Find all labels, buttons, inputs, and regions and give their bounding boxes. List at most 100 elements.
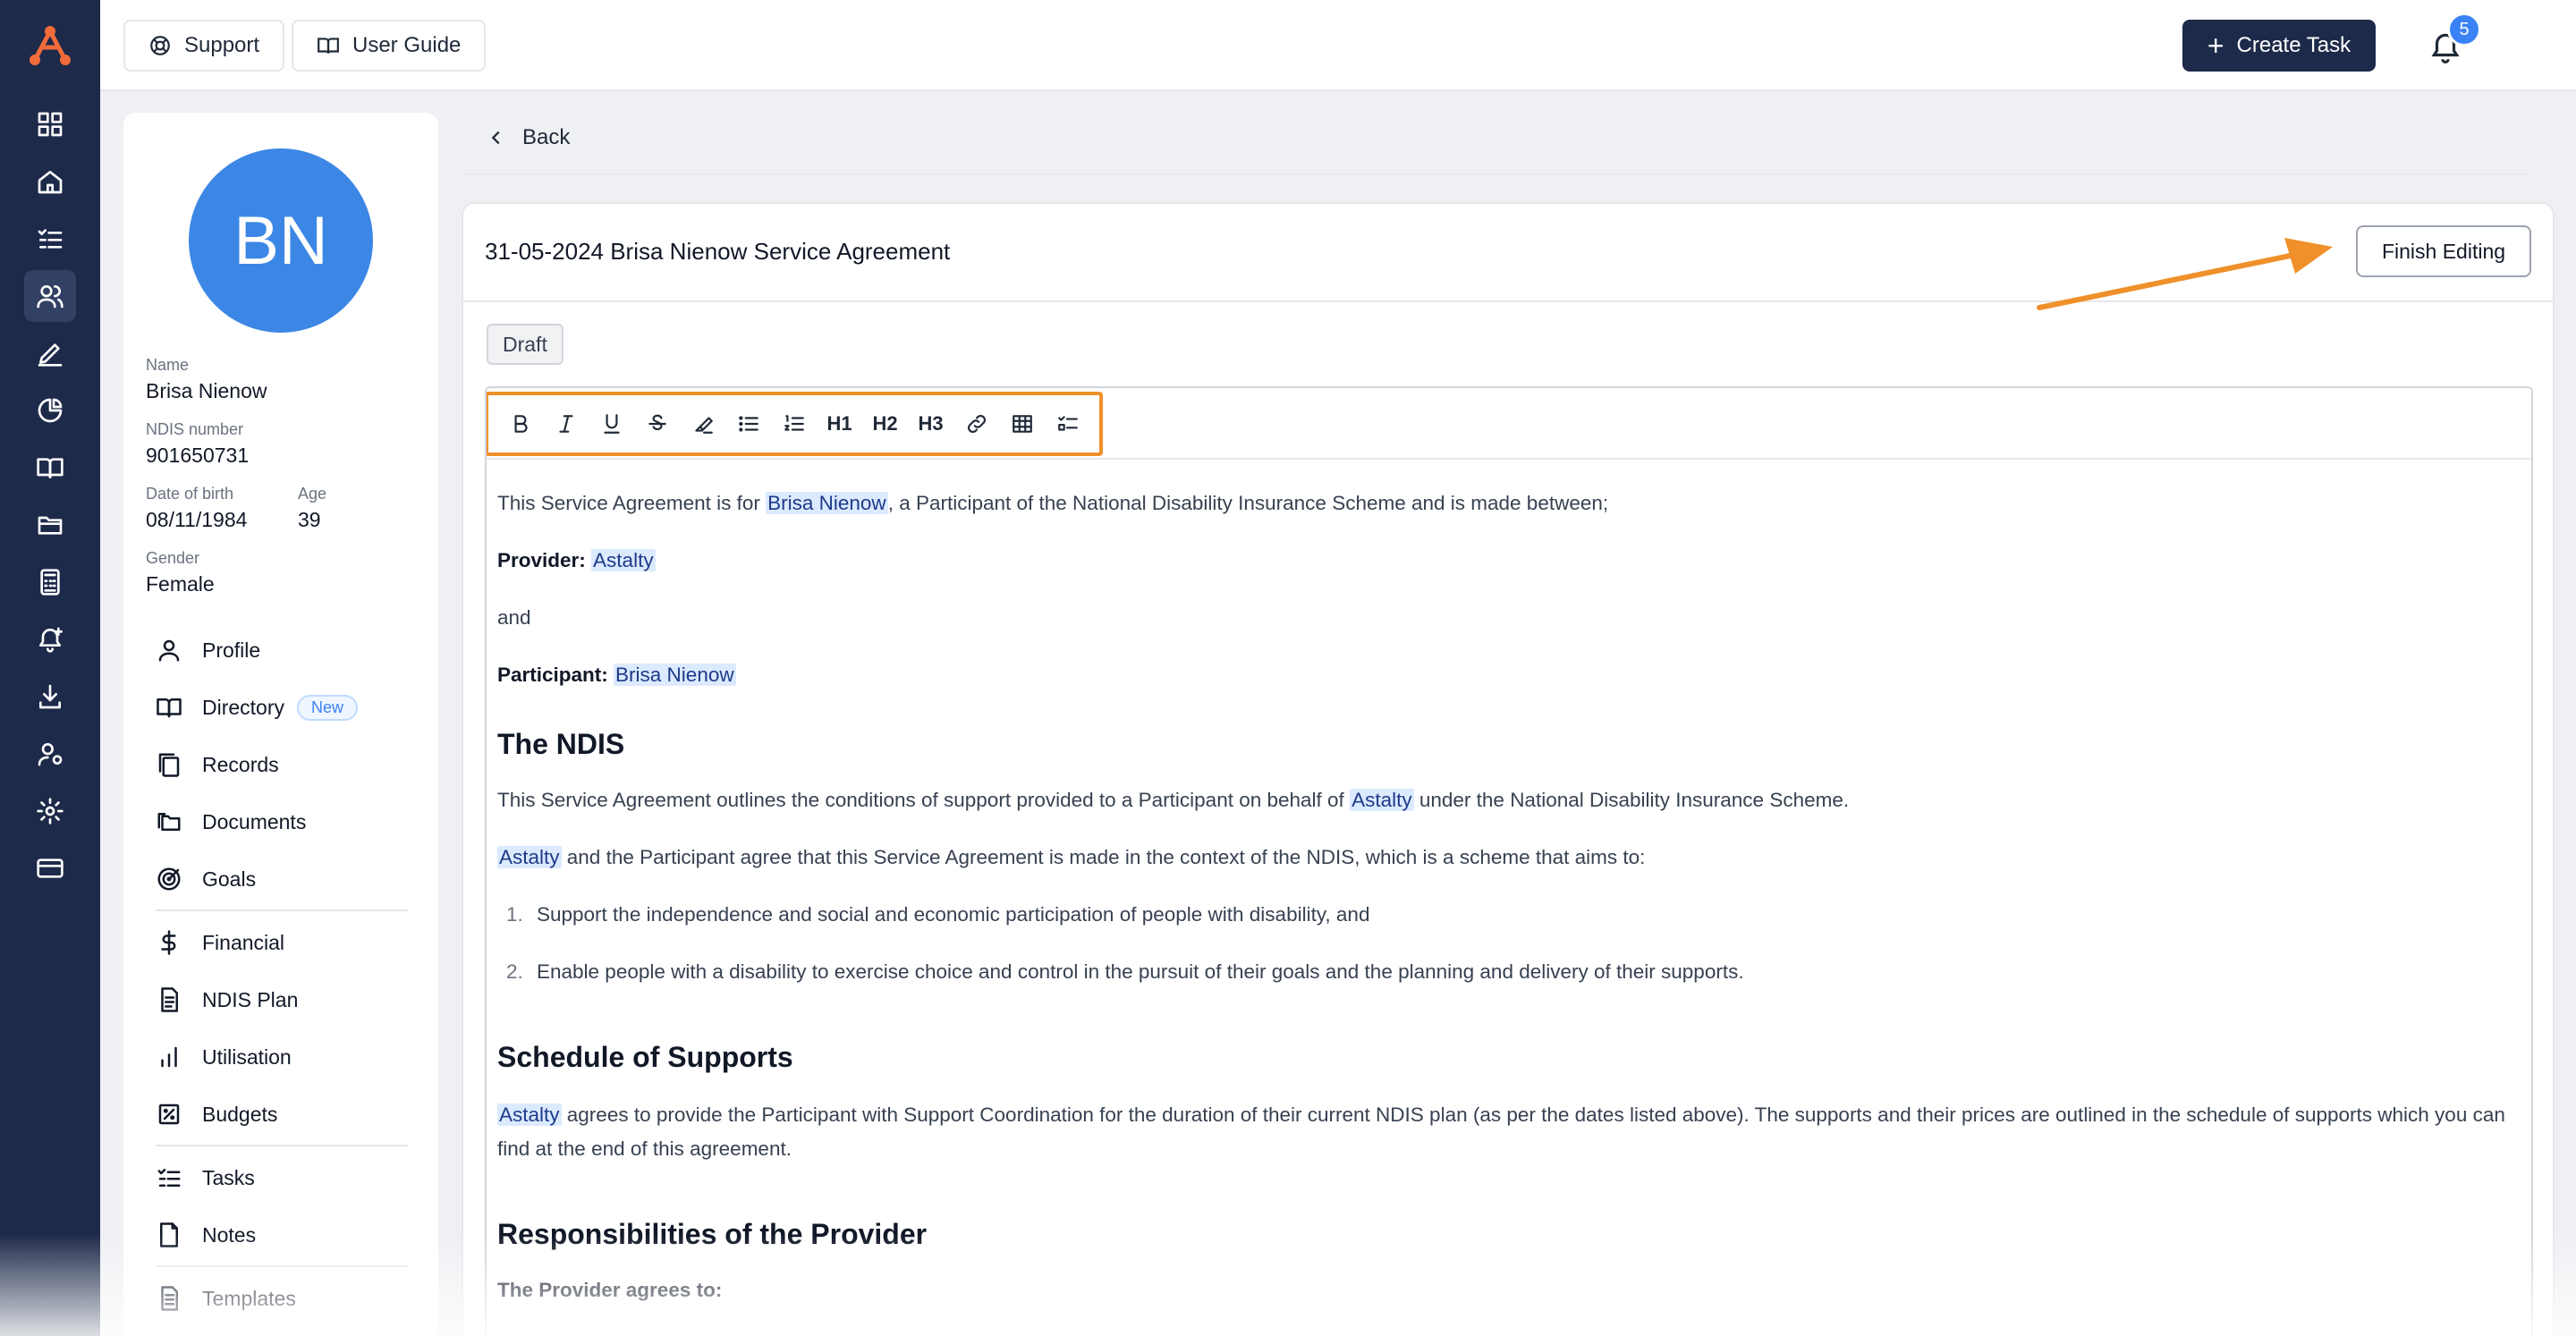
underline-icon <box>603 414 620 434</box>
participant-line: Participant: Brisa Nienow <box>497 658 736 692</box>
heading-responsibilities: Responsibilities of the Provider <box>497 1218 928 1250</box>
rail-notes[interactable] <box>24 327 76 379</box>
app-rail <box>0 0 100 1336</box>
table-icon <box>1012 415 1032 433</box>
highlight-button[interactable] <box>682 404 724 444</box>
rail-participants[interactable] <box>24 270 76 322</box>
rail-settings[interactable] <box>24 785 76 837</box>
logo-icon <box>30 26 71 65</box>
menu-utilisation[interactable]: Utilisation <box>156 1035 415 1079</box>
status-badge: Draft <box>487 324 564 365</box>
user-guide-button[interactable]: User Guide <box>292 20 487 72</box>
menu-label: Goals <box>202 867 257 891</box>
document-title: 31-05-2024 Brisa Nienow Service Agreemen… <box>485 238 951 265</box>
provider-name-token: Astalty <box>1350 789 1414 811</box>
app-logo[interactable] <box>0 0 100 93</box>
checklist-button[interactable] <box>1046 404 1089 444</box>
strikethrough-icon <box>648 414 666 431</box>
rail-exports[interactable] <box>24 671 76 723</box>
home-icon <box>38 171 63 194</box>
strikethrough-button[interactable] <box>636 404 678 444</box>
copy-icon <box>158 753 180 777</box>
table-button[interactable] <box>1001 404 1043 444</box>
rail-dashboard[interactable] <box>24 98 76 150</box>
participant-name-token: Brisa Nienow <box>614 664 736 686</box>
back-label: Back <box>522 125 571 149</box>
rail-users[interactable] <box>24 728 76 780</box>
menu-templates[interactable]: Templates <box>156 1276 415 1321</box>
underline-button[interactable] <box>590 404 632 444</box>
rail-alerts[interactable] <box>24 613 76 665</box>
task-list-icon <box>38 229 63 249</box>
bold-icon <box>514 415 528 433</box>
age-value: 39 <box>298 508 321 531</box>
rich-text-editor[interactable]: H1 H2 H3 This Service Agreement is for B… <box>485 386 2533 1336</box>
link-icon <box>967 415 986 433</box>
heading-2-button[interactable]: H2 <box>864 404 906 444</box>
participant-avatar: BN <box>189 148 373 333</box>
menu-label: Documents <box>202 809 307 833</box>
provider-name-token: Astalty <box>497 846 562 868</box>
rail-home[interactable] <box>24 156 76 207</box>
bold-button[interactable] <box>499 404 541 444</box>
menu-financial[interactable]: Financial <box>156 920 415 965</box>
ndis-paragraph-1: This Service Agreement outlines the cond… <box>497 783 1849 817</box>
pen-icon <box>38 343 63 367</box>
heading-1-button[interactable]: H1 <box>818 404 860 444</box>
notification-count-badge: 5 <box>2447 13 2481 47</box>
rail-billing[interactable] <box>24 842 76 894</box>
provider-agrees-label: The Provider agrees to: <box>497 1279 723 1301</box>
italic-icon <box>558 415 573 433</box>
menu-documents[interactable]: Documents <box>156 799 415 844</box>
top-bar: Support User Guide + Create Task 5 RH <box>100 0 2576 91</box>
download-icon <box>39 684 61 709</box>
text: This Service Agreement is for <box>497 492 767 514</box>
menu-notes[interactable]: Notes <box>156 1213 415 1257</box>
menu-goals[interactable]: Goals <box>156 857 415 901</box>
bullet-list-button[interactable] <box>727 404 769 444</box>
link-button[interactable] <box>955 404 997 444</box>
age-label: Age <box>298 485 327 503</box>
menu-label: Utilisation <box>202 1044 292 1069</box>
ordered-list-icon <box>784 415 804 431</box>
checklist-icon <box>1057 416 1078 431</box>
document-card: 31-05-2024 Brisa Nienow Service Agreemen… <box>462 202 2555 1336</box>
text: This Service Agreement outlines the cond… <box>497 789 1351 811</box>
dashboard-icon <box>38 112 63 137</box>
back-link[interactable]: Back <box>487 125 570 150</box>
menu-budgets[interactable]: Budgets <box>156 1092 415 1137</box>
bar-chart-icon <box>161 1046 177 1068</box>
list-item: 1. Support the independence and social an… <box>506 898 1369 932</box>
italic-button[interactable] <box>545 404 587 444</box>
participant-label: Participant: <box>497 664 608 686</box>
menu-tasks[interactable]: Tasks <box>156 1155 415 1200</box>
name-value: Brisa Nienow <box>146 379 267 402</box>
support-label: Support <box>184 33 260 57</box>
list-number: 1. <box>506 903 523 926</box>
notifications-button[interactable]: 5 <box>2420 13 2481 72</box>
menu-directory[interactable]: Directory New <box>156 685 415 730</box>
dob-value: 08/11/1984 <box>146 508 248 531</box>
new-badge: New <box>297 694 359 721</box>
rail-directory[interactable] <box>24 442 76 494</box>
provider-name-token: Astalty <box>497 1103 562 1126</box>
rail-documents[interactable] <box>24 499 76 551</box>
text: agrees to provide the Participant with S… <box>497 1103 2505 1160</box>
menu-profile[interactable]: Profile <box>156 628 415 672</box>
create-task-label: Create Task <box>2236 33 2351 57</box>
finish-editing-button[interactable]: Finish Editing <box>2356 225 2531 277</box>
schedule-paragraph: Astalty agrees to provide the Participan… <box>497 1098 2510 1166</box>
menu-ndis-plan[interactable]: NDIS Plan <box>156 977 415 1022</box>
support-button[interactable]: Support <box>123 20 285 72</box>
rail-invoicing[interactable] <box>24 556 76 608</box>
heading-3-button[interactable]: H3 <box>910 404 952 444</box>
bell-plus-icon <box>39 627 63 653</box>
rail-reports[interactable] <box>24 385 76 436</box>
create-task-button[interactable]: + Create Task <box>2182 20 2376 72</box>
ordered-list-button[interactable] <box>773 404 815 444</box>
rail-tasks[interactable] <box>24 213 76 265</box>
list-number: 2. <box>506 960 523 983</box>
gender-label: Gender <box>146 549 200 567</box>
menu-records[interactable]: Records <box>156 742 415 787</box>
participants-icon <box>37 285 64 309</box>
